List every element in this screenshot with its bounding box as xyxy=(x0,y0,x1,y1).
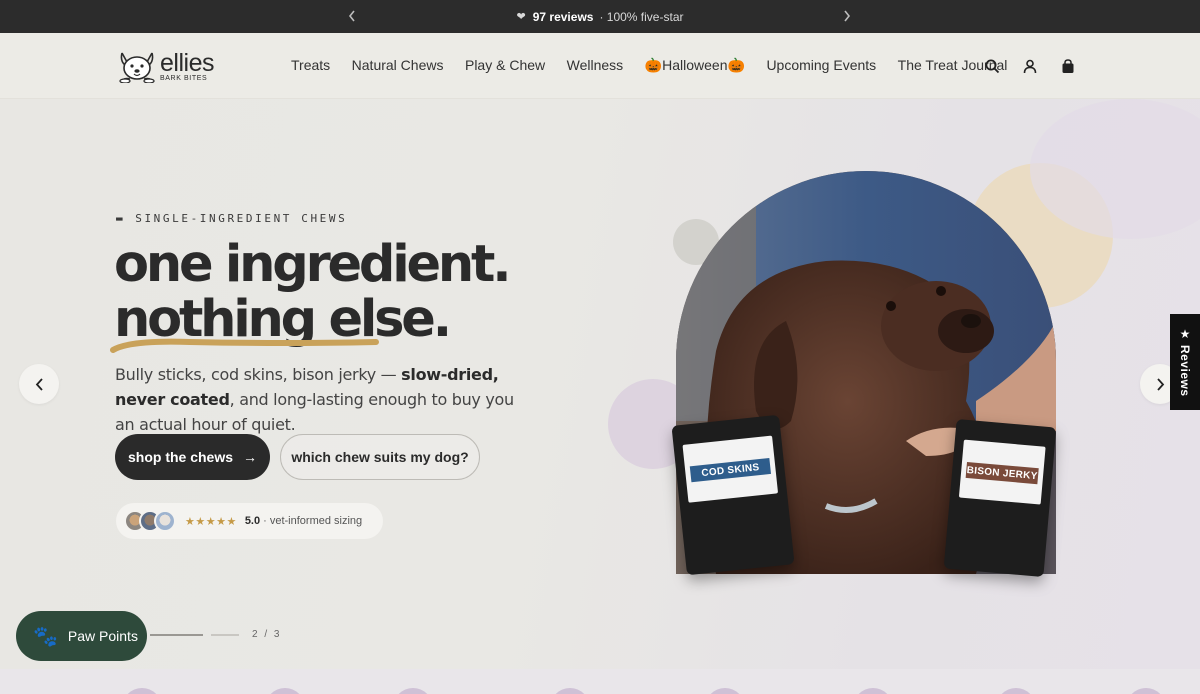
reviews-side-tab[interactable]: ★ Reviews xyxy=(1170,314,1200,410)
logo-wordmark: ellies xyxy=(160,48,214,77)
chevron-right-icon xyxy=(844,10,851,22)
cart-bag-icon xyxy=(1062,58,1074,73)
heart-icon: ❤ xyxy=(516,11,526,23)
site-logo[interactable]: ellies BARK BITES xyxy=(116,48,216,84)
site-header: ellies BARK BITES Treats Natural Chews P… xyxy=(0,33,1200,99)
nav-play-and-chew[interactable]: Play & Chew xyxy=(465,57,545,74)
eyebrow-text: SINGLE-INGREDIENT CHEWS xyxy=(135,212,348,225)
star-icon: ★ xyxy=(1179,327,1191,342)
announcement-rating-text: · 100% five-star xyxy=(599,9,684,24)
category-circle[interactable] xyxy=(122,688,162,694)
paw-points-button[interactable]: 🐾 Paw Points xyxy=(16,611,147,661)
category-circle[interactable] xyxy=(393,688,433,694)
pager-count: 2 / 3 xyxy=(252,629,282,640)
cart-button[interactable] xyxy=(1059,57,1077,75)
paw-icon: 🐾 xyxy=(33,625,58,648)
chevron-left-icon xyxy=(35,377,43,391)
main-nav: Treats Natural Chews Play & Chew Wellnes… xyxy=(291,57,1029,74)
shop-the-chews-button[interactable]: shop the chews → xyxy=(115,434,270,480)
sub-part-1: Bully sticks, cod skins, bison jerky — xyxy=(115,365,402,384)
chevron-left-icon xyxy=(348,10,355,22)
account-button[interactable] xyxy=(1021,57,1039,75)
which-chew-button[interactable]: which chew suits my dog? xyxy=(280,434,480,480)
nav-wellness[interactable]: Wellness xyxy=(567,57,624,74)
search-button[interactable] xyxy=(983,57,1001,75)
product-pouch-cod-skins: COD SKINS xyxy=(671,414,795,576)
chevron-right-icon xyxy=(1156,377,1164,391)
product-pouch-bison-jerky: BISON JERKY xyxy=(943,418,1057,578)
category-strip xyxy=(0,669,1200,694)
announcement-next-button[interactable] xyxy=(839,8,855,24)
category-circle[interactable] xyxy=(853,688,893,694)
nav-halloween[interactable]: 🎃Halloween🎃 xyxy=(645,57,745,74)
pager-bar[interactable] xyxy=(211,633,239,636)
rating-score: 5.0 xyxy=(244,515,261,527)
hero-slideshow: ▬ SINGLE-INGREDIENT CHEWS one ingredient… xyxy=(0,99,1200,669)
french-bulldog-logo-icon xyxy=(119,52,155,83)
reviews-tab-label: Reviews xyxy=(1178,345,1192,397)
account-icon xyxy=(1023,59,1037,73)
category-circle[interactable] xyxy=(996,688,1036,694)
search-icon xyxy=(985,59,999,73)
underline-swoosh-icon xyxy=(110,338,379,353)
paw-points-label: Paw Points xyxy=(67,628,138,644)
category-circle[interactable] xyxy=(550,688,590,694)
nav-upcoming-events[interactable]: Upcoming Events xyxy=(766,57,876,74)
social-proof-pill: ★★★★★ 5.0 · vet-informed sizing xyxy=(116,503,383,539)
rating-stars-icon: ★★★★★ xyxy=(185,515,237,528)
category-circle[interactable] xyxy=(1126,688,1166,694)
hero-prev-button[interactable] xyxy=(19,364,59,404)
arrow-right-icon: → xyxy=(243,449,258,465)
bone-icon: ▬ xyxy=(116,212,126,225)
category-circle[interactable] xyxy=(705,688,745,694)
hero-subtext: Bully sticks, cod skins, bison jerky — s… xyxy=(115,362,535,437)
nav-treats[interactable]: Treats xyxy=(291,57,330,74)
pager-bar-active[interactable] xyxy=(150,633,203,636)
announcement-reviews-count[interactable]: 97 reviews xyxy=(533,10,594,24)
logo-subtitle: BARK BITES xyxy=(160,74,208,82)
announcement-bar: ❤ 97 reviews · 100% five-star xyxy=(0,0,1200,33)
nav-natural-chews[interactable]: Natural Chews xyxy=(352,57,444,74)
rating-text: · vet-informed sizing xyxy=(263,515,363,527)
category-circle[interactable] xyxy=(265,688,305,694)
avatar xyxy=(154,510,176,532)
hero-eyebrow: ▬ SINGLE-INGREDIENT CHEWS xyxy=(116,212,347,225)
shop-button-label: shop the chews xyxy=(127,449,234,465)
headline-line-1: one ingredient. xyxy=(114,235,512,294)
slide-pager: 2 / 3 xyxy=(150,629,281,640)
announcement-prev-button[interactable] xyxy=(344,8,360,24)
